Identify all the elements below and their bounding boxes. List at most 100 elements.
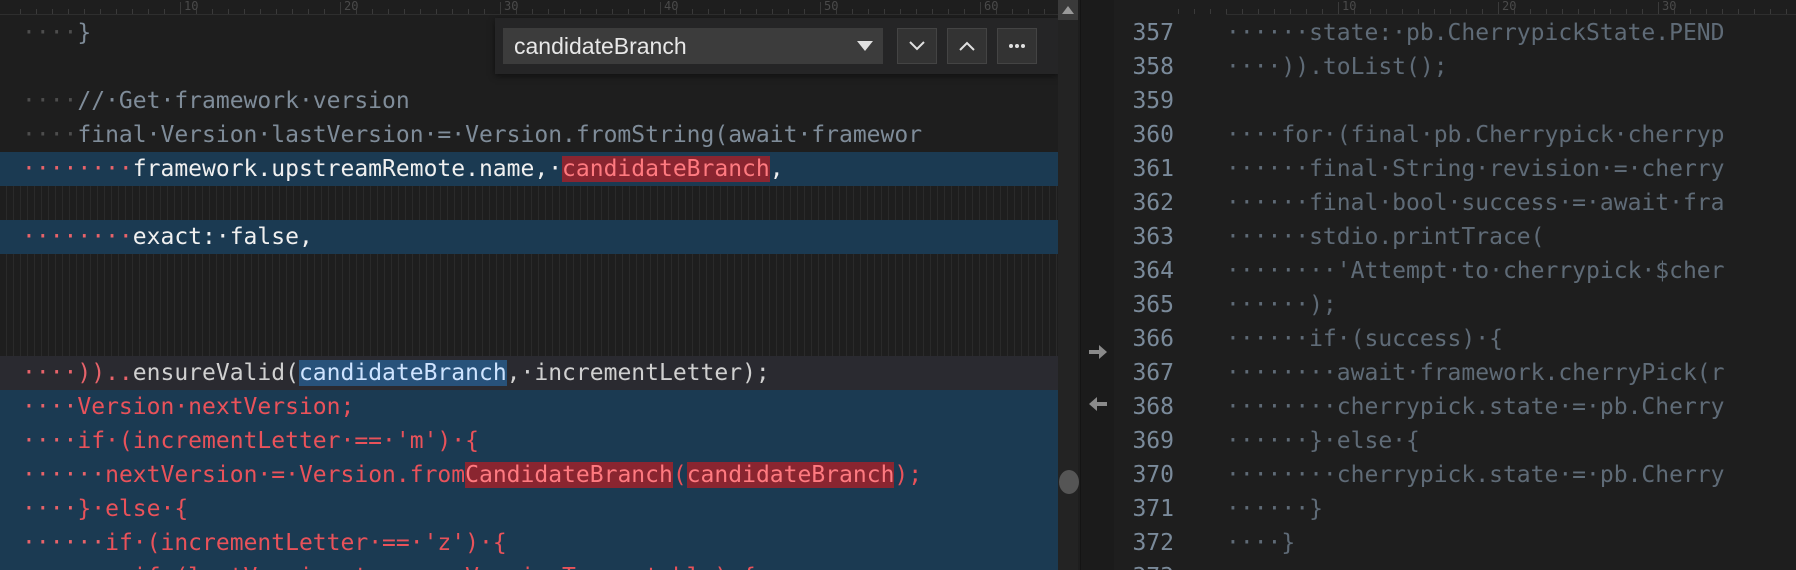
ruler-minor-tick (68, 9, 69, 14)
ruler-minor-tick (1322, 9, 1323, 14)
ruler-minor-tick (340, 9, 341, 14)
code-line[interactable]: ········if·(lastVersion.type·==·VersionT… (0, 560, 1058, 570)
ruler-minor-tick (420, 9, 421, 14)
ruler-minor-tick (1354, 9, 1355, 14)
code-line[interactable]: ····))..ensureValid(candidateBranch,·inc… (0, 356, 1058, 390)
code-line[interactable]: 365 ······); (1114, 288, 1796, 322)
code-text: ······if·(success)·{ (1226, 326, 1503, 352)
code-text: ········exact:·false, (22, 220, 313, 254)
code-text: ······state:·pb.CherrypickState.PEND (1226, 20, 1725, 46)
code-line[interactable]: ········framework.upstreamRemote.name,·c… (0, 152, 1058, 186)
code-text: ········await·framework.cherryPick(r (1226, 360, 1725, 386)
code-line[interactable]: 359 (1114, 84, 1796, 118)
ruler-minor-tick (100, 9, 101, 14)
ruler-minor-tick (820, 9, 821, 14)
code-text: ······final·bool·success·=·await·fra (1226, 190, 1725, 216)
ruler-minor-tick (884, 9, 885, 14)
ruler-minor-tick (244, 9, 245, 14)
arrow-right-icon[interactable] (1089, 344, 1107, 360)
scroll-thumb[interactable] (1059, 470, 1079, 494)
code-line[interactable]: ······if·(incrementLetter·==·'z')·{ (0, 526, 1058, 560)
code-line[interactable]: ····Version·nextVersion; (0, 390, 1058, 424)
code-line[interactable]: 373 (1114, 560, 1796, 570)
ruler-minor-tick (1258, 9, 1259, 14)
ruler-minor-tick (932, 9, 933, 14)
code-line[interactable]: 362 ······final·bool·success·=·await·fra (1114, 186, 1796, 220)
code-token: }·else·{ (77, 496, 189, 522)
code-token: ( (672, 462, 687, 488)
left-editor-pane[interactable]: 10 20 30 40 50 60 ····} ····//·Get·framework·v… (0, 0, 1058, 570)
ruler-minor-tick (900, 9, 901, 14)
ruler-minor-tick (292, 9, 293, 14)
ruler-minor-tick (596, 9, 597, 14)
code-text: ····Version·nextVersion; (22, 390, 354, 424)
ruler-minor-tick (1290, 9, 1291, 14)
whitespace-dots: ········ (22, 564, 133, 570)
code-line[interactable]: 367 ········await·framework.cherryPick(r (1114, 356, 1796, 390)
whitespace-dots: ···· (22, 428, 78, 454)
ruler-minor-tick (1194, 9, 1195, 14)
arrow-left-icon[interactable] (1089, 396, 1107, 412)
code-line[interactable]: 366 ······if·(success)·{ (1114, 322, 1796, 356)
code-line[interactable]: 361 ······final·String·revision·=·cherry (1114, 152, 1796, 186)
ruler-minor-tick (708, 9, 709, 14)
right-editor-pane[interactable]: 10 20 30 357 ······state:·pb.CherrypickStat… (1114, 0, 1796, 570)
code-line[interactable] (0, 254, 1058, 288)
code-line[interactable] (0, 288, 1058, 322)
code-line[interactable]: ····}·else·{ (0, 492, 1058, 526)
code-token: if·(incrementLetter·==·'z')·{ (105, 530, 507, 556)
ruler-minor-tick (868, 9, 869, 14)
ruler-minor-tick (628, 9, 629, 14)
ruler-minor-tick (1626, 9, 1627, 14)
ruler-minor-tick (212, 9, 213, 14)
code-line[interactable]: 364 ········'Attempt·to·cherrypick·$cher (1114, 254, 1796, 288)
code-line[interactable]: 368 ········cherrypick.state·=·pb.Cherry (1114, 390, 1796, 424)
whitespace-dots: ···· (22, 88, 78, 114)
code-line[interactable]: ····final·Version·lastVersion·=·Version.… (0, 118, 1058, 152)
line-number: 362 (1132, 190, 1174, 216)
find-options-dropdown[interactable] (847, 28, 883, 64)
code-line[interactable] (0, 186, 1058, 220)
code-line[interactable]: ······nextVersion·=·Version.fromCandidat… (0, 458, 1058, 492)
code-text: ······stdio.printTrace( (1226, 224, 1545, 250)
more-options-button[interactable] (997, 28, 1037, 64)
ruler-minor-tick (1402, 9, 1403, 14)
find-input[interactable] (503, 28, 883, 64)
ruler-minor-tick (260, 9, 261, 14)
code-line[interactable]: 372 ····} (1114, 526, 1796, 560)
code-token: if·(lastVersion.type·==·VersionType.stab… (133, 564, 756, 570)
ruler-minor-tick (1418, 9, 1419, 14)
ruler-minor-tick (1386, 9, 1387, 14)
line-number: 357 (1132, 20, 1174, 46)
code-line[interactable]: 369 ······}·else·{ (1114, 424, 1796, 458)
line-number: 369 (1132, 428, 1174, 454)
code-text: ····for·(final·pb.Cherrypick·cherryp (1226, 122, 1725, 148)
code-line[interactable]: 370 ········cherrypick.state·=·pb.Cherry (1114, 458, 1796, 492)
chevron-up-icon (959, 41, 975, 51)
ruler-minor-tick (1546, 9, 1547, 14)
whitespace-dots: ········ (22, 156, 133, 182)
code-line[interactable] (0, 322, 1058, 356)
code-line[interactable]: 358 ····)).toList(); (1114, 50, 1796, 84)
ruler-minor-tick (1674, 9, 1675, 14)
code-text: ····if·(incrementLetter·==·'m')·{ (22, 424, 479, 458)
code-line[interactable]: ····//·Get·framework·version (0, 84, 1058, 118)
ruler-minor-tick (276, 9, 277, 14)
ruler-minor-tick (1610, 9, 1611, 14)
code-line[interactable]: ········exact:·false, (0, 220, 1058, 254)
code-line[interactable]: 357 ······state:·pb.CherrypickState.PEND (1114, 16, 1796, 50)
code-line[interactable]: 363 ······stdio.printTrace( (1114, 220, 1796, 254)
ruler-minor-tick (452, 9, 453, 14)
code-line[interactable]: ····if·(incrementLetter·==·'m')·{ (0, 424, 1058, 458)
previous-match-button[interactable] (947, 28, 987, 64)
code-line[interactable]: 360 ····for·(final·pb.Cherrypick·cherryp (1114, 118, 1796, 152)
left-scrollbar[interactable] (1058, 0, 1079, 570)
ruler-minor-tick (1690, 9, 1691, 14)
next-match-button[interactable] (897, 28, 937, 64)
line-number: 363 (1132, 224, 1174, 250)
code-text: ······if·(incrementLetter·==·'z')·{ (22, 526, 507, 560)
code-line[interactable]: 371 ······} (1114, 492, 1796, 526)
ruler-minor-tick (1514, 9, 1515, 14)
code-token: nextVersion·=·Version.from (105, 462, 466, 488)
code-text: ····))..ensureValid(candidateBranch,·inc… (22, 356, 770, 390)
